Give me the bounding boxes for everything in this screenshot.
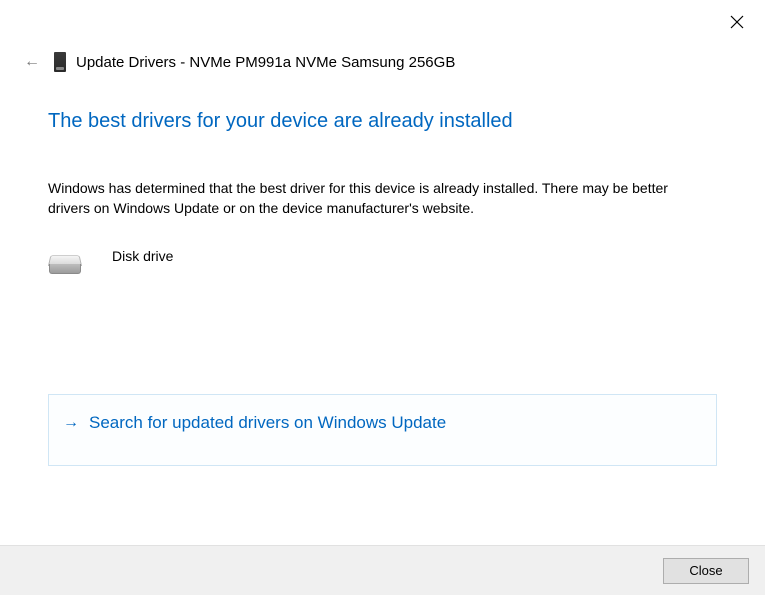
nvme-device-icon (54, 52, 66, 72)
disk-drive-icon (48, 252, 82, 274)
wizard-header: ← Update Drivers - NVMe PM991a NVMe Sams… (20, 52, 745, 72)
wizard-title: Update Drivers - NVMe PM991a NVMe Samsun… (76, 54, 455, 71)
search-windows-update-link[interactable]: → Search for updated drivers on Windows … (48, 394, 717, 466)
close-button[interactable]: Close (663, 558, 749, 584)
result-description: Windows has determined that the best dri… (48, 179, 688, 218)
wizard-content: The best drivers for your device are alr… (48, 110, 717, 466)
wizard-footer: Close (0, 545, 765, 595)
arrow-right-icon: → (63, 414, 79, 432)
search-windows-update-label: Search for updated drivers on Windows Up… (89, 413, 446, 433)
back-arrow-icon[interactable]: ← (20, 52, 44, 72)
device-name-label: Disk drive (112, 246, 173, 264)
device-row: Disk drive (48, 246, 717, 274)
window-close-icon[interactable] (727, 12, 747, 32)
result-heading: The best drivers for your device are alr… (48, 110, 717, 133)
